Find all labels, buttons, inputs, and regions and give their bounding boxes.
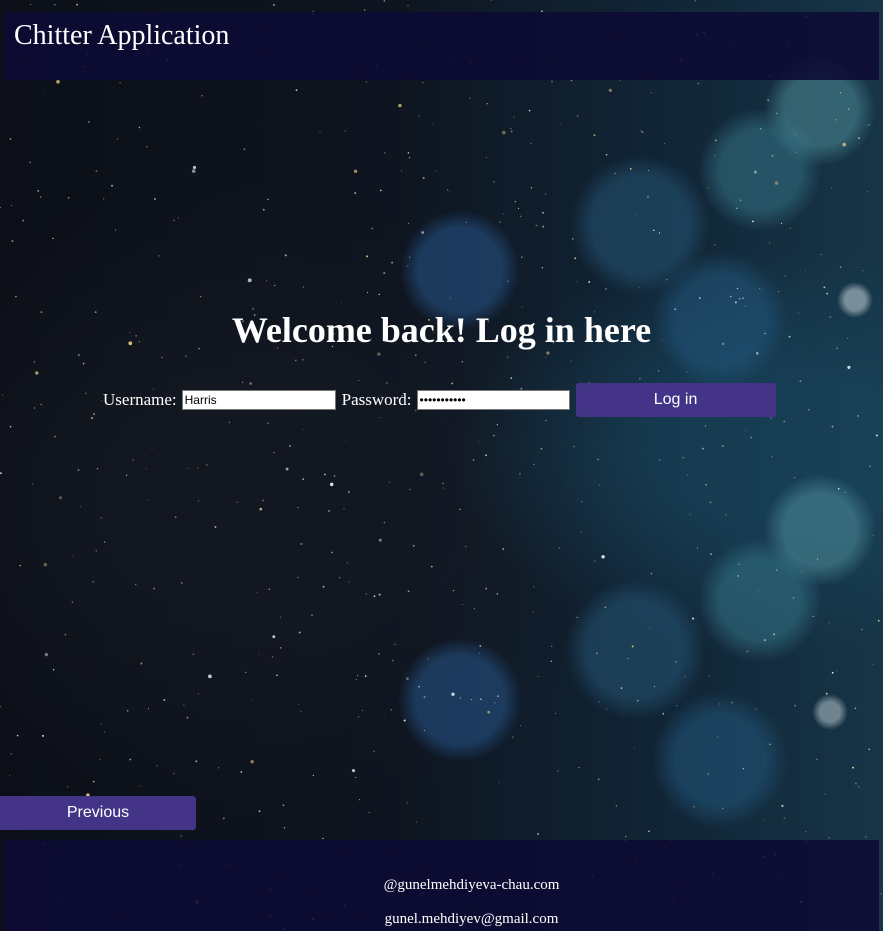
app-title: Chitter Application xyxy=(14,20,230,51)
login-button[interactable]: Log in xyxy=(575,383,776,417)
login-form: Username: Password: Log in xyxy=(103,383,776,417)
username-input[interactable] xyxy=(181,390,336,410)
app-header: Chitter Application xyxy=(4,12,879,80)
app-footer: @gunelmehdiyeva-chau.com gunel.mehdiyev@… xyxy=(4,840,879,931)
password-label: Password: xyxy=(341,390,412,409)
footer-email: gunel.mehdiyev@gmail.com xyxy=(384,911,559,927)
username-label: Username: xyxy=(103,390,177,409)
footer-handle: @gunelmehdiyeva-chau.com xyxy=(383,877,560,893)
password-input[interactable] xyxy=(416,390,570,410)
background-starfield xyxy=(0,0,883,931)
welcome-heading: Welcome back! Log in here xyxy=(231,310,652,350)
previous-button[interactable]: Previous xyxy=(0,796,196,830)
